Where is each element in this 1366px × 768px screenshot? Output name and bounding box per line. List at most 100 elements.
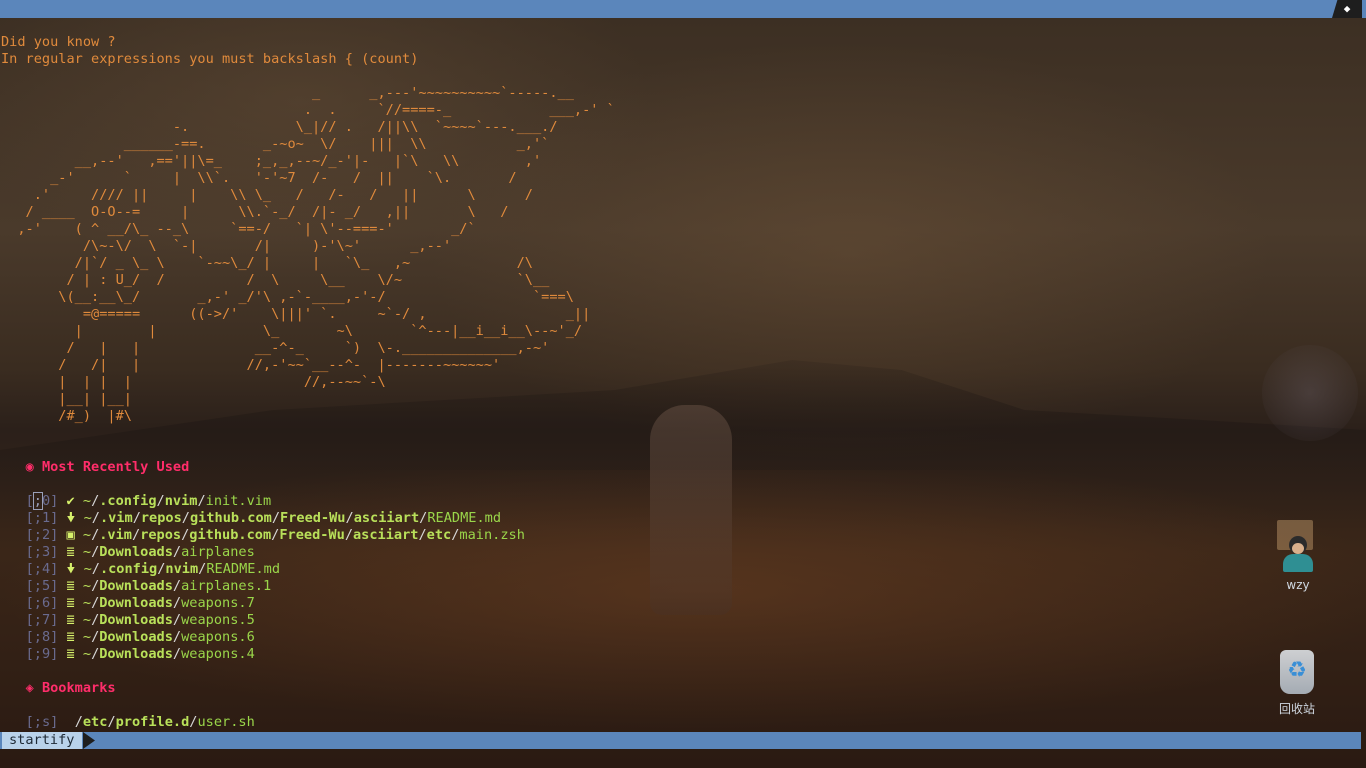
mru-item[interactable]: [;7] ≣ ~/Downloads/weapons.5 [1,612,1366,629]
text-filetype-icon: ≣ [66,629,75,645]
path-home: ~ [82,646,92,662]
vim-statusline: startify [0,732,1361,749]
tag-icon[interactable]: ◆ [1332,0,1362,18]
path-file: README.md [206,561,281,577]
path-separator: / [344,527,353,543]
item-key-bracket: [ [25,578,34,594]
path-dir: Freed-Wu [279,527,345,543]
text-filetype-icon: ≣ [66,578,75,594]
item-key: 5 [41,578,51,594]
user-folder-label: wzy [1286,578,1310,592]
item-key-cursor: ; [33,612,42,628]
path-home: ~ [82,612,92,628]
path-dir: Downloads [99,578,173,594]
item-key-cursor: ; [33,646,42,662]
item-key: 4 [41,561,51,577]
path-separator: / [172,544,182,560]
path-home: ~ [82,595,92,611]
path-separator: / [181,510,190,526]
mru-item[interactable]: [;1] 🠟 ~/.vim/repos/github.com/Freed-Wu/… [1,510,1366,527]
item-key-bracket: [ [25,510,34,526]
mru-item[interactable]: [;5] ≣ ~/Downloads/airplanes.1 [1,578,1366,595]
path-dir: asciiart [353,510,420,526]
item-key-bracket: [ [25,595,34,611]
path-separator: / [132,527,141,543]
path-dir: repos [140,510,182,526]
item-key: 9 [41,646,51,662]
item-key-bracket-close: ] [50,629,59,645]
path-file: weapons.4 [181,646,255,662]
statusline-mode: startify [2,732,83,749]
path-dir: Downloads [99,612,173,628]
markdown-filetype-icon: 🠟 [66,510,76,526]
path-file: main.zsh [459,527,525,543]
item-key-bracket-close: ] [50,510,59,526]
path-separator: / [132,510,141,526]
path-file: weapons.7 [181,595,255,611]
path-root: / [74,714,83,730]
item-key-bracket: [ [25,544,34,560]
path-home: ~ [83,561,92,577]
path-home: ~ [83,510,92,526]
item-key: 1 [41,510,51,526]
text-filetype-icon: ≣ [66,595,75,611]
bookmark-item[interactable]: [;s] /etc/profile.d/user.sh [1,714,1366,731]
path-dir: asciiart [353,527,419,543]
path-dir: github.com [189,510,272,526]
path-file: airplanes.1 [181,578,272,594]
item-key-bracket: [ [25,561,34,577]
item-key-bracket: [ [25,612,34,628]
item-key: 2 [41,527,51,543]
item-key-bracket-close: ] [50,612,59,628]
path-separator: / [156,493,165,509]
path-separator: / [91,561,100,577]
path-home: ~ [82,578,92,594]
item-key-cursor: ; [33,595,42,611]
path-file: weapons.5 [181,612,255,628]
path-file: weapons.6 [181,629,255,645]
mru-item[interactable]: [;6] ≣ ~/Downloads/weapons.7 [1,595,1366,612]
top-panel-bar: ◆ [0,0,1366,18]
recycle-bin-label: 回收站 [1278,702,1315,716]
mru-item[interactable]: [;9] ≣ ~/Downloads/weapons.4 [1,646,1366,663]
mru-item[interactable]: [;0] ✔ ~/.config/nvim/init.vim [1,492,1366,510]
path-dir: Downloads [99,544,173,560]
mru-section-header: ◉ Most Recently Used [1,459,1366,476]
text-filetype-icon: ≣ [66,646,75,662]
markdown-filetype-icon: 🠟 [66,561,76,577]
user-avatar-icon [1275,520,1321,578]
location-pin-icon: ◉ [25,459,34,475]
bookmark-icon: ◈ [25,680,34,696]
mru-item[interactable]: [;3] ≣ ~/Downloads/airplanes [1,544,1366,561]
check-filetype-icon: ✔ [66,493,75,509]
item-key: 8 [41,629,51,645]
mru-item[interactable]: [;8] ≣ ~/Downloads/weapons.6 [1,629,1366,646]
mru-item[interactable]: [;4] 🠟 ~/.config/nvim/README.md [1,561,1366,578]
statusline-separator-icon [83,732,95,749]
item-key-bracket-close: ] [50,561,59,577]
path-dir: profile.d [115,714,190,730]
text-filetype-icon: ≣ [66,544,75,560]
tip-text: In regular expressions you must backslas… [1,51,419,67]
path-dir: github.com [189,527,272,543]
path-dir: etc [426,527,452,543]
path-separator: / [172,629,182,645]
path-separator: / [271,510,281,526]
item-key-cursor: ; [33,561,42,577]
mru-list: [;0] ✔ ~/.config/nvim/init.vim [;1] 🠟 ~/… [1,492,1366,663]
bookmarks-section-header: ◈ Bookmarks [1,680,1366,697]
path-separator: / [172,595,182,611]
path-separator: / [91,510,100,526]
path-dir: nvim [165,561,199,577]
mru-item[interactable]: [;2] ▣ ~/.vim/repos/github.com/Freed-Wu/… [1,527,1366,544]
recycle-bin-desktop-icon[interactable]: ♻ 回收站 [1262,648,1332,717]
path-dir: Downloads [99,629,173,645]
ascii-art-header: _ _,---'~~~~~~~~~~`-----.__ . . `//====-… [17,85,615,424]
path-separator: / [172,646,182,662]
item-key: s [41,714,51,730]
path-dir: .config [99,561,158,577]
item-key-bracket: [ [25,646,34,662]
user-folder-desktop-icon[interactable]: wzy [1263,520,1333,592]
item-key-bracket: [ [25,527,34,543]
item-key-cursor: ; [33,510,42,526]
